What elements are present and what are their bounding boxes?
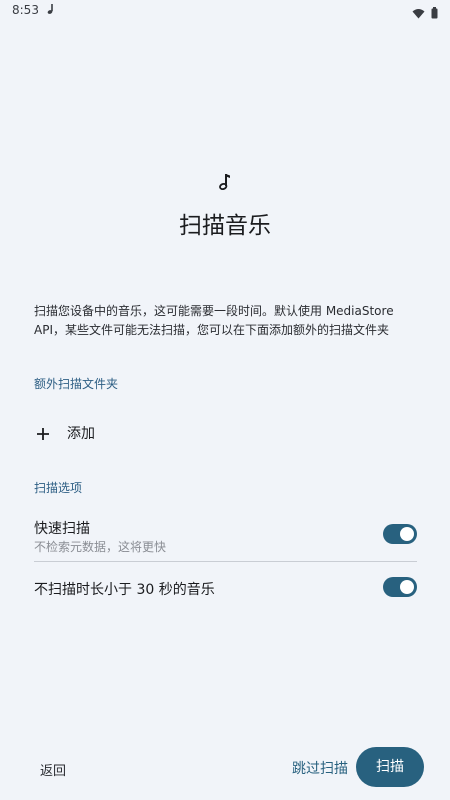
status-time: 8:53 [12,3,39,17]
toggle-thumb [400,527,414,541]
section-header-extra-folders: 额外扫描文件夹 [34,377,119,391]
toggle-thumb [400,580,414,594]
quick-scan-toggle[interactable] [383,524,417,544]
divider [34,561,417,562]
music-note-icon [46,3,56,18]
add-folder-label: 添加 [67,426,95,442]
scan-button[interactable]: 扫描 [356,747,424,787]
status-icons [412,4,438,23]
quick-scan-title: 快速扫描 [34,521,90,537]
wifi-icon [412,4,425,23]
skip-short-title: 不扫描时长小于 30 秒的音乐 [34,582,215,598]
skip-scan-button[interactable]: 跳过扫描 [292,758,348,778]
back-button[interactable]: 返回 [40,760,66,779]
add-folder-button[interactable]: 添加 [34,420,424,446]
quick-scan-subtitle: 不检索元数据，这将更快 [34,540,167,554]
page-title: 扫描音乐 [179,213,271,239]
scan-description: 扫描您设备中的音乐，这可能需要一段时间。默认使用 MediaStore API，… [34,304,394,337]
status-bar: 8:53 [0,0,450,22]
music-note-icon [217,172,233,192]
skip-short-toggle[interactable] [383,577,417,597]
battery-icon [431,4,438,23]
plus-icon [36,426,50,440]
section-header-scan-options: 扫描选项 [34,481,83,495]
